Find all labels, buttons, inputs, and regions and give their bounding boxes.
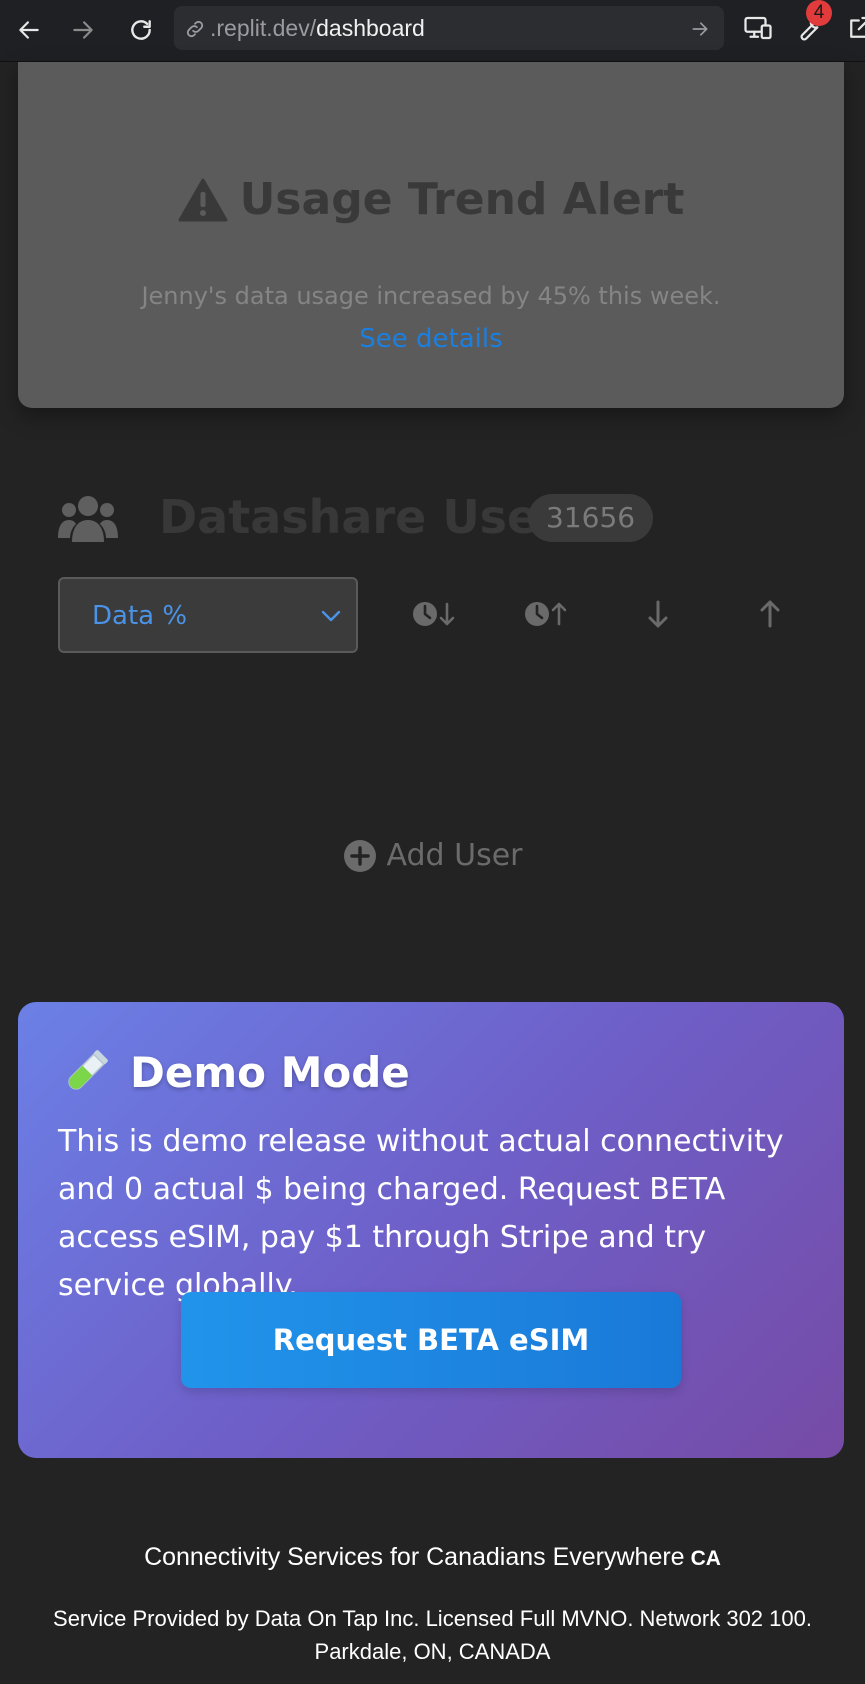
reload-icon [131,20,151,40]
plus-circle-icon [343,839,376,872]
sort-time-desc-button[interactable] [404,590,464,638]
forward-icon [73,21,93,39]
country-code: CA [690,1547,721,1570]
clock-sort-up-icon [525,602,567,626]
arrow-down-icon [648,600,668,628]
chevron-down-icon [321,610,341,622]
alert-heading: Usage Trend Alert [18,174,844,225]
devices-button[interactable] [740,10,776,46]
alert-title: Usage Trend Alert [239,174,685,225]
go-icon[interactable] [690,19,710,39]
back-button[interactable] [12,13,46,47]
add-user-label: Add User [386,838,523,873]
sort-desc-button[interactable] [628,590,688,638]
users-section-header: Datashare Users 31656 [58,490,778,550]
demo-heading: Demo Mode [60,1046,410,1098]
demo-message: This is demo release without actual conn… [58,1124,784,1303]
see-details-link[interactable]: See details [18,324,844,354]
footer-tagline: Connectivity Services for Canadians Ever… [0,1543,865,1572]
open-external-button[interactable] [842,10,865,46]
sort-asc-button[interactable] [740,590,800,638]
extensions-badge: 4 [806,0,832,26]
footer-legal: Service Provided by Data On Tap Inc. Lic… [53,1606,812,1664]
link-icon [186,20,204,38]
external-icon [850,16,865,38]
sort-time-asc-button[interactable] [516,590,576,638]
demo-mode-card: Demo Mode This is demo release without a… [18,1002,844,1458]
address-bar[interactable]: .replit.dev/dashboard [174,6,724,50]
users-count-badge: 31656 [528,494,654,542]
sort-field-value: Data % [92,601,188,631]
url-text: .replit.dev/dashboard [210,15,425,42]
users-icon [58,496,118,542]
forward-button[interactable] [66,13,100,47]
devices-icon [744,16,772,40]
test-tube-icon [68,1050,108,1090]
request-beta-esim-button[interactable]: Request BETA eSIM [181,1292,681,1388]
footer-tagline-text: Connectivity Services for Canadians Ever… [144,1543,685,1571]
reload-button[interactable] [124,13,158,47]
users-title: Datashare Users [159,490,589,544]
url-path: dashboard [316,15,425,41]
demo-title: Demo Mode [130,1047,410,1097]
back-icon [19,21,39,39]
sort-field-select[interactable]: Data % [58,577,358,653]
add-user-button[interactable]: Add User [0,838,865,873]
arrow-up-icon [760,600,780,628]
warning-icon [178,178,228,221]
clock-sort-down-icon [413,602,455,626]
usage-trend-alert-card: Usage Trend Alert Jenny's data usage inc… [18,62,844,408]
alert-message: Jenny's data usage increased by 45% this… [141,282,721,310]
browser-toolbar: .replit.dev/dashboard 4 [0,0,865,62]
url-domain: .replit.dev/ [210,15,317,41]
